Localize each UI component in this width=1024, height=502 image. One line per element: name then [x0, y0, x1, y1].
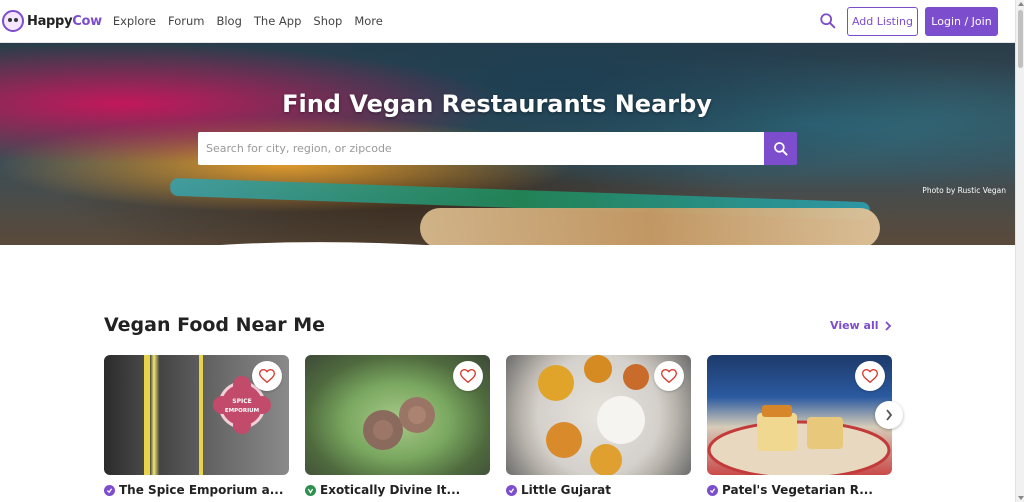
logo-happy: Happy: [27, 13, 73, 29]
favorite-button[interactable]: [252, 361, 282, 391]
scroll-down-arrow-icon[interactable]: [1018, 496, 1024, 500]
card-title-row: Exotically Divine It...: [305, 483, 490, 497]
nav-forum[interactable]: Forum: [168, 14, 204, 28]
scrollbar-thumb[interactable]: [1018, 10, 1023, 68]
chevron-right-icon: [886, 409, 893, 421]
site-header: HappyCow Explore Forum Blog The App Shop…: [0, 0, 1015, 43]
heart-icon: [460, 369, 476, 383]
photo-credit: Photo by Rustic Vegan: [922, 186, 1006, 195]
restaurant-name[interactable]: Little Gujarat: [521, 483, 611, 497]
card-title-row: The Spice Emporium a...: [104, 483, 289, 497]
vegetarian-badge-icon: [506, 484, 517, 496]
restaurant-name[interactable]: Patel's Vegetarian R...: [722, 483, 873, 497]
location-search: [198, 132, 797, 165]
restaurant-photo[interactable]: SPICE EMPORIUM: [104, 355, 289, 475]
carousel-next-button[interactable]: [875, 401, 903, 429]
nav-more[interactable]: More: [354, 14, 383, 28]
svg-text:EMPORIUM: EMPORIUM: [225, 408, 259, 414]
restaurant-photo[interactable]: [506, 355, 691, 475]
view-all-label: View all: [830, 319, 879, 332]
view-all-link[interactable]: View all: [830, 319, 892, 332]
restaurant-carousel: SPICE EMPORIUM The Spice Emporium a... E…: [104, 355, 894, 502]
cow-logo-icon: [2, 10, 24, 32]
card-title-row: Patel's Vegetarian R...: [707, 483, 892, 497]
nav-blog[interactable]: Blog: [216, 14, 241, 28]
add-listing-button[interactable]: Add Listing: [847, 6, 918, 36]
favorite-button[interactable]: [654, 361, 684, 391]
restaurant-photo[interactable]: [305, 355, 490, 475]
restaurant-name[interactable]: Exotically Divine It...: [320, 483, 460, 497]
nav-explore[interactable]: Explore: [113, 14, 156, 28]
page-scrollbar[interactable]: [1015, 0, 1024, 502]
restaurant-name[interactable]: The Spice Emporium a...: [119, 483, 283, 497]
card-title-row: Little Gujarat: [506, 483, 691, 497]
chevron-right-icon: [884, 320, 891, 331]
restaurant-card[interactable]: Patel's Vegetarian R...: [707, 355, 892, 497]
restaurant-photo[interactable]: [707, 355, 892, 475]
heart-icon: [661, 369, 677, 383]
happycow-logo[interactable]: HappyCow: [2, 10, 102, 32]
vegan-badge-icon: [305, 484, 316, 496]
vegetarian-badge-icon: [104, 484, 115, 496]
nav-shop[interactable]: Shop: [313, 14, 342, 28]
heart-icon: [862, 369, 878, 383]
search-submit-button[interactable]: [764, 132, 797, 165]
favorite-button[interactable]: [453, 361, 483, 391]
nav-the-app[interactable]: The App: [254, 14, 302, 28]
favorite-button[interactable]: [855, 361, 885, 391]
logo-text: HappyCow: [27, 14, 102, 29]
main-nav: Explore Forum Blog The App Shop More: [113, 14, 395, 28]
location-search-input[interactable]: [198, 132, 764, 165]
hero-title: Find Vegan Restaurants Nearby: [282, 90, 712, 118]
restaurant-card[interactable]: SPICE EMPORIUM The Spice Emporium a...: [104, 355, 289, 497]
search-icon: [773, 141, 788, 156]
vegetarian-badge-icon: [707, 484, 718, 496]
restaurant-card[interactable]: Exotically Divine It...: [305, 355, 490, 497]
logo-cow: Cow: [72, 13, 102, 29]
restaurant-card[interactable]: Little Gujarat: [506, 355, 691, 497]
svg-text:SPICE: SPICE: [232, 398, 251, 405]
search-icon[interactable]: [819, 12, 837, 30]
section-title: Vegan Food Near Me: [104, 314, 326, 336]
hero-wave-divider: [220, 242, 425, 245]
header-actions: Add Listing Login / Join: [819, 6, 998, 36]
hero-banner: Find Vegan Restaurants Nearby Photo by R…: [0, 43, 1015, 245]
scroll-up-arrow-icon[interactable]: [1018, 2, 1024, 6]
login-join-button[interactable]: Login / Join: [925, 6, 998, 36]
heart-icon: [259, 369, 275, 383]
